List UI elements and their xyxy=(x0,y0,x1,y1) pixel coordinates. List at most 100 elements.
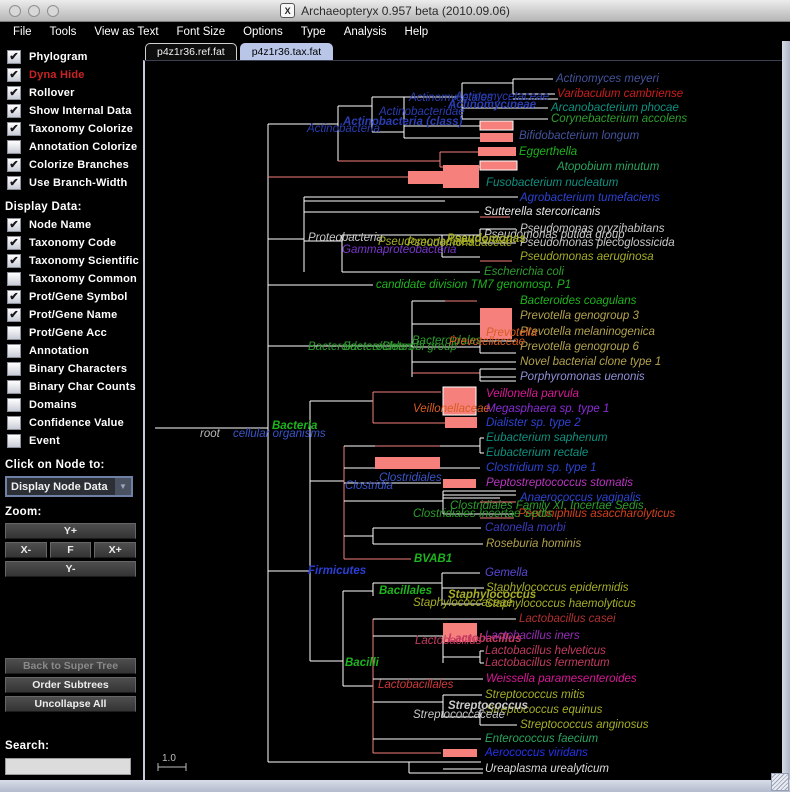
collapsed-clade-wedge[interactable] xyxy=(443,165,479,188)
tree-node-label[interactable]: Proteobacteria xyxy=(308,232,383,244)
collapsed-clade-wedge[interactable] xyxy=(443,749,477,757)
tree-node-label[interactable]: Prevotella melaninogenica xyxy=(520,326,655,338)
tree-node-label[interactable]: Eubacterium rectale xyxy=(486,447,588,459)
node-action-dropdown[interactable]: Display Node Data ▼ xyxy=(5,476,133,497)
tree-node-label[interactable]: Porphyromonas uenonis xyxy=(520,371,645,383)
tree-node-label[interactable]: Lactobacillus casei xyxy=(519,613,616,625)
tree-node-label[interactable]: Actinomyces meyeri xyxy=(555,73,659,85)
tree-node-label[interactable]: BVAB1 xyxy=(414,553,452,565)
menu-font-size[interactable]: Font Size xyxy=(168,26,235,38)
checkbox-icon[interactable]: ✔ xyxy=(7,86,21,100)
tree-node-label[interactable]: Sutterella stercoricanis xyxy=(484,206,601,218)
tree-node-label[interactable]: Enterococcus faecium xyxy=(485,733,599,745)
tree-node-label[interactable]: Clostridiales Incertae Sedis xyxy=(413,508,553,520)
checkbox-confidence-value[interactable]: Confidence Value xyxy=(0,414,140,432)
close-button[interactable] xyxy=(9,5,21,17)
tree-node-label[interactable]: Prevotella xyxy=(486,327,537,339)
checkbox-annotation-colorize[interactable]: Annotation Colorize xyxy=(0,138,140,156)
checkbox-prot-gene-acc[interactable]: Prot/Gene Acc xyxy=(0,324,140,342)
checkbox-icon[interactable] xyxy=(7,362,21,376)
tree-node-label[interactable]: Atopobium minutum xyxy=(556,161,660,173)
search-input[interactable] xyxy=(5,758,131,775)
uncollapse-all-button[interactable]: Uncollapse All xyxy=(5,696,136,712)
tab-p4z1r36-tax-fat[interactable]: p4z1r36.tax.fat xyxy=(240,43,333,60)
tree-node-label[interactable]: Clostridium sp. type 1 xyxy=(486,462,597,474)
tree-node-label[interactable]: Bacilli xyxy=(345,657,380,669)
tree-node-label[interactable]: Gemella xyxy=(485,567,528,579)
tree-node-label[interactable]: Roseburia hominis xyxy=(486,538,581,550)
checkbox-rollover[interactable]: ✔Rollover xyxy=(0,84,140,102)
tree-node-label[interactable]: Staphylococcaceae xyxy=(413,597,513,609)
tree-node-label[interactable]: Corynebacterium accolens xyxy=(551,113,687,125)
tree-node-label[interactable]: Bifidobacterium longum xyxy=(519,130,640,142)
tree-node-label[interactable]: Eggerthella xyxy=(519,146,577,158)
menu-tools[interactable]: Tools xyxy=(41,26,86,38)
tree-node-label[interactable]: Varibaculum cambriense xyxy=(557,88,683,100)
tree-node-label[interactable]: Ureaplasma urealyticum xyxy=(485,763,609,775)
menu-options[interactable]: Options xyxy=(234,26,292,38)
back-to-super-tree-button[interactable]: Back to Super Tree xyxy=(5,658,136,674)
checkbox-icon[interactable]: ✔ xyxy=(7,218,21,232)
checkbox-phylogram[interactable]: ✔Phylogram xyxy=(0,48,140,66)
tree-node-label[interactable]: Bacteroidetes xyxy=(343,341,414,353)
checkbox-use-branch-width[interactable]: ✔Use Branch-Width xyxy=(0,174,140,192)
tree-node-label[interactable]: Dialister sp. type 2 xyxy=(486,417,581,429)
checkbox-taxonomy-code[interactable]: ✔Taxonomy Code xyxy=(0,234,140,252)
tree-node-label[interactable]: Actinomycineae xyxy=(447,99,537,111)
checkbox-annotation[interactable]: Annotation xyxy=(0,342,140,360)
tree-node-label[interactable]: Bacteroides coagulans xyxy=(520,295,637,307)
checkbox-binary-char-counts[interactable]: Binary Char Counts xyxy=(0,378,140,396)
tree-node-label[interactable]: Bacillales xyxy=(379,585,432,597)
tree-node-label[interactable]: Streptococcaceae xyxy=(413,709,505,721)
minimize-button[interactable] xyxy=(28,5,40,17)
checkbox-prot-gene-name[interactable]: ✔Prot/Gene Name xyxy=(0,306,140,324)
collapsed-clade-wedge[interactable] xyxy=(478,147,516,156)
tree-node-label[interactable]: Clostridiales xyxy=(379,472,442,484)
checkbox-icon[interactable]: ✔ xyxy=(7,308,21,322)
tree-node-label[interactable]: Streptococcus anginosus xyxy=(520,719,649,731)
chevron-down-icon[interactable]: ▼ xyxy=(115,478,131,495)
tree-node-label[interactable]: Lactobacillus helveticus xyxy=(485,645,606,657)
tree-node-label[interactable]: Weissella paramesenteroides xyxy=(486,673,637,685)
menu-help[interactable]: Help xyxy=(396,26,438,38)
collapsed-clade-wedge[interactable] xyxy=(480,133,513,142)
checkbox-prot-gene-symbol[interactable]: ✔Prot/Gene Symbol xyxy=(0,288,140,306)
order-subtrees-button[interactable]: Order Subtrees xyxy=(5,677,136,693)
tree-node-label[interactable]: candidate division TM7 genomosp. P1 xyxy=(376,279,571,291)
tree-node-label[interactable]: Peptostreptococcus stomatis xyxy=(486,477,633,489)
tree-node-label[interactable]: Firmicutes xyxy=(308,565,366,577)
tree-node-label[interactable]: root xyxy=(200,428,221,440)
tree-node-label[interactable]: Eubacterium saphenum xyxy=(486,432,608,444)
checkbox-icon[interactable]: ✔ xyxy=(7,176,21,190)
tree-node-label[interactable]: Novel bacterial clone type 1 xyxy=(520,356,661,368)
collapsed-clade-wedge[interactable] xyxy=(375,457,440,469)
tree-canvas[interactable]: Actinomyces meyeri Varibaculum cambriense… xyxy=(145,61,784,782)
tree-node-label[interactable]: Escherichia coli xyxy=(484,266,564,278)
tree-node-label[interactable]: Lactobacillus xyxy=(415,635,482,647)
tab-p4z1r36-ref-fat[interactable]: p4z1r36.ref.fat xyxy=(145,43,237,60)
checkbox-icon[interactable]: ✔ xyxy=(7,158,21,172)
checkbox-event[interactable]: Event xyxy=(0,432,140,450)
checkbox-icon[interactable] xyxy=(7,398,21,412)
menu-analysis[interactable]: Analysis xyxy=(335,26,396,38)
menu-file[interactable]: File xyxy=(4,26,41,38)
checkbox-node-name[interactable]: ✔Node Name xyxy=(0,216,140,234)
checkbox-icon[interactable]: ✔ xyxy=(7,254,21,268)
tree-node-label[interactable]: Lactobacillus fermentum xyxy=(485,657,610,669)
checkbox-icon[interactable]: ✔ xyxy=(7,290,21,304)
tree-node-label[interactable]: Fusobacterium nucleatum xyxy=(486,177,619,189)
menu-type[interactable]: Type xyxy=(292,26,335,38)
collapsed-clade-wedge[interactable] xyxy=(480,121,513,130)
checkbox-taxonomy-common[interactable]: Taxonomy Common xyxy=(0,270,140,288)
tree-node-label[interactable]: Pseudomonas aeruginosa xyxy=(520,251,654,263)
checkbox-colorize-branches[interactable]: ✔Colorize Branches xyxy=(0,156,140,174)
checkbox-dyna-hide[interactable]: ✔Dyna Hide xyxy=(0,66,140,84)
menu-view-as-text[interactable]: View as Text xyxy=(85,26,167,38)
zoom-y-plus-button[interactable]: Y+ xyxy=(5,523,136,539)
checkbox-show-internal-data[interactable]: ✔Show Internal Data xyxy=(0,102,140,120)
collapsed-clade-wedge[interactable] xyxy=(443,479,476,488)
tree-node-label[interactable]: Pseudomonas xyxy=(447,233,526,245)
checkbox-icon[interactable] xyxy=(7,272,21,286)
collapsed-clade-wedge[interactable] xyxy=(445,417,477,428)
collapsed-clade-wedge[interactable] xyxy=(480,161,517,170)
